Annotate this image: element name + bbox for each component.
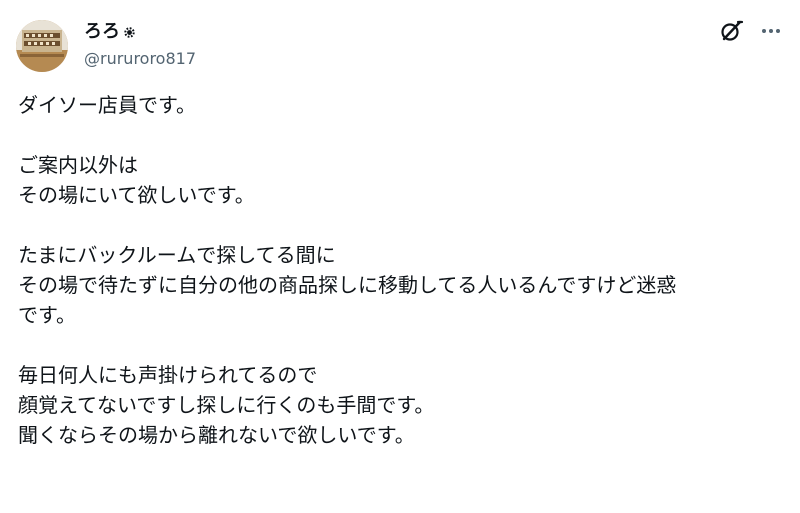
author-display-name[interactable]: ろろ [84,20,120,44]
text-line: ダイソー店員です。 [18,93,196,117]
text-line: その場で待たずに自分の他の商品探しに移動してる人いるんですけど迷惑 [18,273,677,297]
gear-badge-icon [124,26,135,38]
author-handle[interactable]: @rururoro817 [84,48,196,70]
post-card: ろろ @rururoro817 ダイソー店員です。 ご案内以外は その場にいて欲… [0,0,800,513]
paragraph: たまにバックルームで探してる間に その場で待たずに自分の他の商品探しに移動してる… [18,240,788,330]
paragraph: ご案内以外は その場にいて欲しいです。 [18,150,788,210]
paragraph: ダイソー店員です。 [18,90,788,120]
post-text: ダイソー店員です。 ご案内以外は その場にいて欲しいです。 たまにバックルームで… [18,90,788,450]
avatar-image [16,20,68,72]
text-line: 顔覚えてないですし探しに行くのも手間です。 [18,393,435,417]
text-line: ご案内以外は [18,153,138,177]
text-line: 毎日何人にも声掛けられてるので [18,363,318,387]
text-line: です。 [18,303,76,327]
text-line: その場にいて欲しいです。 [18,183,255,207]
avatar[interactable] [16,20,68,72]
text-line: 聞くならその場から離れないで欲しいです。 [18,423,415,447]
text-line: たまにバックルームで探してる間に [18,243,336,267]
grok-icon[interactable] [718,18,744,44]
more-options-icon[interactable] [756,18,786,44]
author-name-row[interactable]: ろろ [84,20,136,44]
paragraph: 毎日何人にも声掛けられてるので 顔覚えてないですし探しに行くのも手間です。 聞く… [18,360,788,450]
